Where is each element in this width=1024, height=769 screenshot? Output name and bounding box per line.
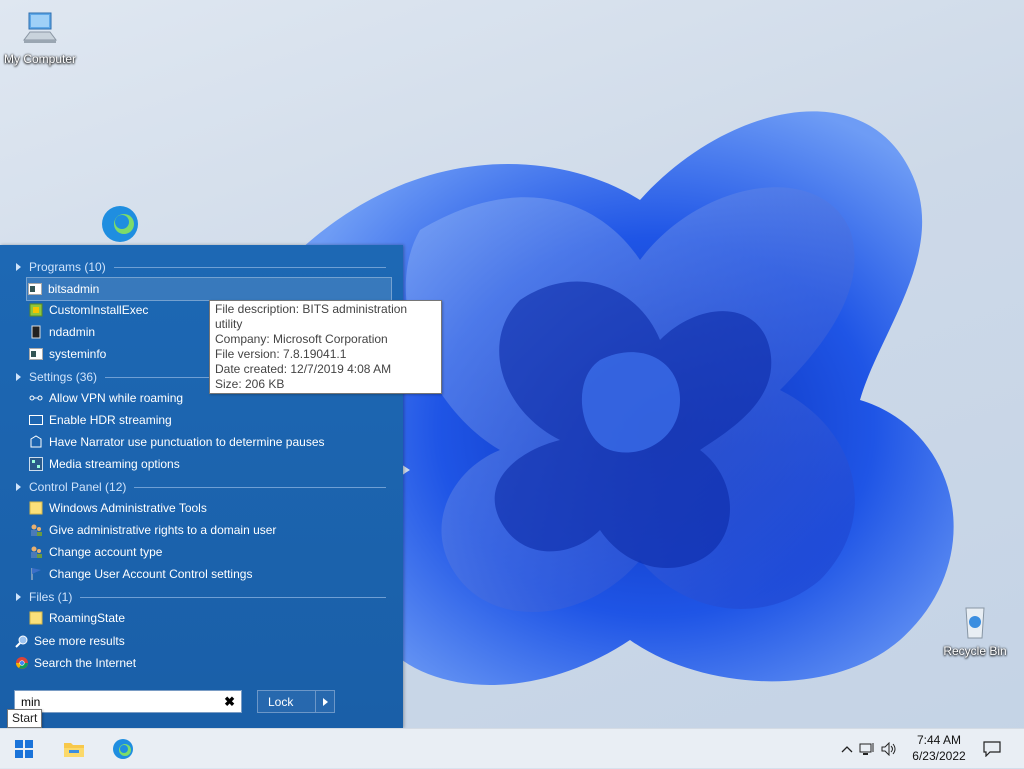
folder-icon [64, 743, 84, 757]
tooltip-line: Size: 206 KB [215, 377, 285, 391]
power-options-arrow[interactable] [315, 691, 334, 712]
result-label: Have Narrator use punctuation to determi… [49, 435, 325, 449]
display-icon [28, 412, 44, 428]
group-header-programs[interactable]: Programs (10) [16, 257, 386, 277]
expand-arrow-icon [16, 483, 21, 491]
start-button-tooltip: Start [7, 709, 43, 728]
tooltip-line: Company: Microsoft Corporation [215, 332, 388, 346]
console-app-icon [27, 281, 43, 297]
tooltip-line: Date created: 12/7/2019 4:08 AM [215, 362, 392, 376]
windows-logo-icon [15, 740, 33, 758]
expand-arrow-icon [16, 593, 21, 601]
result-label: Change User Account Control settings [49, 567, 253, 581]
edge-icon [98, 200, 138, 242]
lock-label[interactable]: Lock [258, 691, 315, 712]
group-header-label: Files (1) [29, 590, 73, 604]
result-item-narrator-punctuation[interactable]: Have Narrator use punctuation to determi… [28, 431, 392, 453]
result-label: Give administrative rights to a domain u… [49, 523, 277, 537]
group-header-control-panel[interactable]: Control Panel (12) [16, 477, 386, 497]
computer-icon [20, 10, 60, 50]
edge-desktop-icon[interactable] [78, 200, 158, 242]
clear-search-icon[interactable]: ✖ [224, 694, 235, 710]
uac-flag-icon [28, 566, 44, 582]
divider [80, 596, 386, 598]
result-item-give-admin-rights[interactable]: Give administrative rights to a domain u… [28, 519, 392, 541]
start-button[interactable] [4, 729, 44, 769]
clock-date: 6/23/2022 [912, 749, 966, 763]
taskbar: 7:44 AM 6/23/2022 [0, 728, 1024, 768]
group-header-label: Control Panel (12) [29, 480, 127, 494]
search-icon [14, 633, 30, 649]
expand-arrow-icon [16, 263, 21, 271]
taskbar-clock[interactable]: 7:44 AM 6/23/2022 [905, 732, 973, 764]
notifications-button[interactable] [972, 729, 1012, 769]
my-computer-label: My Computer [3, 52, 77, 66]
group-header-label: Programs (10) [29, 260, 106, 274]
network-icon[interactable] [856, 742, 878, 756]
result-item-change-account-type[interactable]: Change account type [28, 541, 392, 563]
group-header-files[interactable]: Files (1) [16, 587, 386, 607]
result-label: RoamingState [49, 611, 126, 625]
clock-time: 7:44 AM [916, 733, 962, 747]
group-header-label: Settings (36) [29, 370, 98, 384]
my-computer-desktop-icon[interactable]: My Computer [0, 10, 80, 66]
users-icon [28, 522, 44, 538]
result-label: Change account type [49, 545, 163, 559]
result-label: Allow VPN while roaming [49, 391, 184, 405]
search-input[interactable] [15, 691, 221, 712]
result-item-enable-hdr[interactable]: Enable HDR streaming [28, 409, 392, 431]
installer-icon [28, 302, 44, 318]
result-label: Windows Administrative Tools [49, 501, 207, 515]
lock-button[interactable]: Lock [257, 690, 335, 713]
recycle-bin-desktop-icon[interactable]: Recycle Bin [935, 602, 1015, 658]
folder-icon [28, 610, 44, 626]
result-item-media-streaming[interactable]: Media streaming options [28, 453, 392, 475]
result-label: Media streaming options [49, 457, 180, 471]
users-icon [28, 544, 44, 560]
result-label: ndadmin [49, 325, 96, 339]
file-explorer-taskbar-button[interactable] [54, 729, 94, 769]
console-app-icon [28, 346, 44, 362]
result-label: systeminfo [49, 347, 107, 361]
result-label: CustomInstallExec [49, 303, 149, 317]
divider [134, 486, 386, 488]
app-icon [28, 324, 44, 340]
see-more-label: See more results [34, 634, 125, 648]
recycle-bin-icon [955, 602, 995, 642]
tooltip-line: File version: 7.8.19041.1 [215, 347, 347, 361]
vpn-icon [28, 390, 44, 406]
edge-icon [113, 739, 133, 759]
result-label: Enable HDR streaming [49, 413, 172, 427]
narrator-icon [28, 434, 44, 450]
recycle-bin-label: Recycle Bin [943, 644, 1007, 658]
result-label: bitsadmin [48, 282, 100, 296]
show-hidden-icons-chevron-icon[interactable] [838, 745, 856, 753]
result-item-windows-admin-tools[interactable]: Windows Administrative Tools [28, 497, 392, 519]
chevron-right-icon [322, 697, 328, 706]
search-internet-link[interactable]: Search the Internet [14, 652, 136, 674]
result-item-bitsadmin[interactable]: bitsadmin [26, 277, 392, 301]
media-streaming-icon [28, 456, 44, 472]
edge-taskbar-button[interactable] [103, 729, 143, 769]
system-tray [838, 729, 900, 769]
result-item-roamingstate[interactable]: RoamingState [28, 607, 392, 629]
see-more-results-link[interactable]: See more results [14, 630, 125, 652]
search-internet-label: Search the Internet [34, 656, 137, 670]
divider [113, 266, 386, 268]
tooltip-line: File description: BITS administration ut… [215, 302, 408, 331]
volume-icon[interactable] [878, 742, 900, 756]
notification-icon [983, 741, 1001, 757]
result-item-uac-settings[interactable]: Change User Account Control settings [28, 563, 392, 585]
search-box[interactable]: ✖ [14, 690, 242, 713]
expand-arrow-icon [16, 373, 21, 381]
file-info-tooltip: File description: BITS administration ut… [209, 300, 442, 394]
folder-icon [28, 500, 44, 516]
chrome-icon [14, 655, 30, 671]
